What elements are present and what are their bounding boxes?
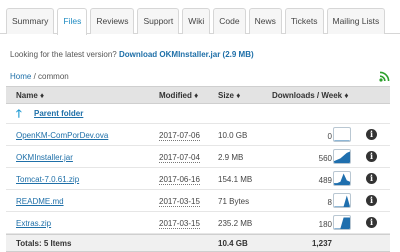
- breadcrumb-separator: /: [33, 72, 36, 81]
- column-header-size[interactable]: Size ♦: [218, 91, 240, 100]
- file-name-link[interactable]: Tomcat-7.0.61.zip: [16, 175, 79, 184]
- column-header-name[interactable]: Name ♦: [16, 91, 44, 100]
- weekly-downloads: 8: [327, 198, 332, 207]
- tab-summary[interactable]: Summary: [6, 8, 55, 34]
- table-row[interactable]: README.md 2017-03-15 71 Bytes 8 i: [6, 190, 390, 212]
- project-tab-bar: Summary Files Reviews Support Wiki Code News Ti…: [0, 0, 400, 35]
- parent-folder-row[interactable]: 🡑 Parent folder: [6, 104, 390, 124]
- file-name-link[interactable]: OpenKM-ComPorDev.ova: [16, 131, 108, 140]
- file-name-link[interactable]: OKMInstaller.jar: [16, 153, 73, 162]
- table-row[interactable]: OKMInstaller.jar 2017-07-04 2.9 MB 560 i: [6, 146, 390, 168]
- latest-version-banner: Looking for the latest version? Download…: [10, 50, 254, 59]
- file-name-link[interactable]: README.md: [16, 197, 64, 206]
- file-rows: OpenKM-ComPorDev.ova 2017-07-06 10.0 GB 0 i O…: [6, 124, 390, 234]
- weekly-downloads: 560: [318, 154, 332, 163]
- breadcrumb: Home / common: [10, 72, 69, 81]
- tab-support[interactable]: Support: [137, 8, 180, 34]
- file-size: 10.0 GB: [218, 131, 248, 140]
- table-row[interactable]: Tomcat-7.0.61.zip 2017-06-16 154.1 MB 489 i: [6, 168, 390, 190]
- files-table: Name ♦ Modified ♦ Size ♦ Downloads / Wee…: [6, 86, 390, 252]
- download-trend-sparkline[interactable]: [333, 171, 351, 186]
- up-arrow-icon: 🡑: [16, 108, 22, 120]
- tab-news[interactable]: News: [248, 8, 282, 34]
- download-trend-sparkline[interactable]: [333, 149, 351, 164]
- weekly-downloads: 489: [318, 176, 332, 185]
- files-page: Summary Files Reviews Support Wiki Code News Ti…: [0, 0, 400, 252]
- info-icon[interactable]: i: [366, 173, 377, 184]
- download-trend-sparkline[interactable]: [333, 193, 351, 208]
- tab-wiki[interactable]: Wiki: [182, 8, 211, 34]
- modified-date: 2017-06-16: [159, 175, 200, 185]
- rss-feed-icon[interactable]: [379, 71, 390, 82]
- file-size: 154.1 MB: [218, 175, 253, 184]
- file-size: 71 Bytes: [218, 197, 250, 206]
- table-row[interactable]: Extras.zip 2017-03-15 235.2 MB 180 i: [6, 212, 390, 234]
- column-header-modified[interactable]: Modified ♦: [159, 91, 198, 100]
- tab-tickets[interactable]: Tickets: [284, 8, 324, 34]
- download-latest-link[interactable]: Download OKMInstaller.jar (2.9 MB): [119, 50, 254, 59]
- download-trend-sparkline[interactable]: [333, 215, 351, 230]
- tab-reviews[interactable]: Reviews: [90, 8, 135, 34]
- file-size: 2.9 MB: [218, 153, 244, 162]
- download-trend-sparkline[interactable]: [333, 127, 351, 142]
- info-icon[interactable]: i: [366, 129, 377, 140]
- weekly-downloads: 180: [318, 220, 332, 229]
- parent-folder-link[interactable]: Parent folder: [34, 109, 83, 118]
- tab-files[interactable]: Files: [57, 8, 88, 35]
- tab-list: Summary Files Reviews Support Wiki Code News Ti…: [6, 8, 386, 35]
- modified-date: 2017-03-15: [159, 197, 200, 207]
- latest-version-prompt: Looking for the latest version?: [10, 50, 117, 59]
- table-footer: Totals: 5 Items 10.4 GB 1,237: [6, 234, 390, 252]
- column-header-downloads[interactable]: Downloads / Week ♦: [272, 91, 348, 100]
- info-icon[interactable]: i: [366, 195, 377, 206]
- table-header: Name ♦ Modified ♦ Size ♦ Downloads / Wee…: [6, 86, 390, 104]
- breadcrumb-current: common: [38, 72, 69, 81]
- info-icon[interactable]: i: [366, 217, 377, 228]
- info-icon[interactable]: i: [366, 151, 377, 162]
- weekly-downloads: 0: [327, 132, 332, 141]
- modified-date: 2017-07-04: [159, 153, 200, 163]
- breadcrumb-home-link[interactable]: Home: [10, 72, 31, 81]
- modified-date: 2017-07-06: [159, 131, 200, 141]
- table-row[interactable]: OpenKM-ComPorDev.ova 2017-07-06 10.0 GB 0 i: [6, 124, 390, 146]
- file-name-link[interactable]: Extras.zip: [16, 219, 51, 228]
- tab-code[interactable]: Code: [213, 8, 246, 34]
- file-size: 235.2 MB: [218, 219, 253, 228]
- tab-mailing-lists[interactable]: Mailing Lists: [326, 8, 386, 34]
- modified-date: 2017-03-15: [159, 219, 200, 229]
